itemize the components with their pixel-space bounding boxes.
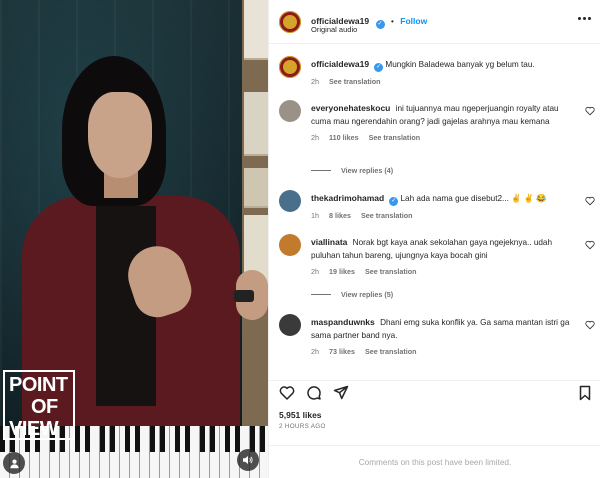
post-media-video[interactable]: POINT OF VIEW [0, 0, 268, 478]
post-timestamp[interactable]: 2 HOURS AGO [279, 423, 326, 430]
bookshelf [242, 0, 268, 478]
comments-limited-notice: Comments on this post have been limited. [269, 445, 600, 478]
post-header: officialdewa19 ✓ • Follow Original audio [269, 0, 600, 44]
comment-text: Norak bgt kaya anak sekolahan gaya ngeje… [311, 238, 553, 260]
audio-label[interactable]: Original audio [311, 25, 357, 34]
comment-username[interactable]: viallinata [311, 237, 347, 247]
verified-badge-icon: ✓ [375, 20, 385, 29]
view-replies-label: View replies (5) [341, 290, 394, 299]
avatar[interactable] [279, 100, 301, 122]
separator-dot: • [391, 17, 394, 26]
audio-toggle-button[interactable] [237, 449, 259, 471]
pov-line-3: VIEW [9, 418, 59, 440]
save-bookmark-icon[interactable] [577, 385, 593, 401]
wristwatch [234, 290, 254, 302]
comment-likes[interactable]: 8 likes [329, 211, 351, 220]
view-replies-button[interactable]: View replies (5) [311, 290, 393, 299]
pov-line-1: POINT [9, 374, 68, 396]
comment-time[interactable]: 2h [311, 267, 319, 276]
comment-meta: 2h 19 likes See translation [311, 266, 571, 279]
comment-meta: 2h 73 likes See translation [311, 346, 571, 359]
speaker-icon [243, 456, 253, 464]
avatar[interactable] [279, 56, 301, 78]
comment-meta: 1h 8 likes See translation [311, 210, 571, 223]
comment-meta: 2h 110 likes See translation [311, 132, 571, 145]
post-actions-bar [269, 380, 600, 404]
more-options-icon[interactable] [578, 17, 591, 20]
avatar[interactable] [279, 314, 301, 336]
comment-likes[interactable]: 73 likes [329, 347, 355, 356]
heart-icon[interactable] [585, 106, 595, 116]
comment-username[interactable]: maspanduwnks [311, 317, 375, 327]
avatar[interactable] [279, 190, 301, 212]
pov-line-2: OF [31, 396, 58, 418]
post-side-panel: officialdewa19 ✓ • Follow Original audio… [268, 0, 600, 478]
see-translation-link[interactable]: See translation [365, 267, 417, 276]
like-heart-icon[interactable] [279, 385, 295, 401]
heart-icon[interactable] [585, 196, 595, 206]
verified-badge-icon: ✓ [374, 63, 384, 72]
post-likes-count[interactable]: 5,951 likes [279, 410, 322, 420]
comment-likes[interactable]: 19 likes [329, 267, 355, 276]
view-replies-label: View replies (4) [341, 166, 394, 175]
avatar[interactable] [279, 11, 301, 33]
heart-icon[interactable] [585, 240, 595, 250]
person-icon [9, 459, 19, 468]
view-replies-button[interactable]: View replies (4) [311, 166, 393, 175]
heart-icon[interactable] [585, 320, 595, 330]
caption-text: Mungkin Baladewa banyak yg belum tau. [385, 60, 535, 69]
see-translation-link[interactable]: See translation [329, 77, 381, 86]
comment-time[interactable]: 2h [311, 347, 319, 356]
comments-list[interactable]: officialdewa19 ✓ Mungkin Baladewa banyak … [269, 44, 600, 370]
see-translation-link[interactable]: See translation [361, 211, 413, 220]
comment-time[interactable]: 2h [311, 133, 319, 142]
comment-time[interactable]: 1h [311, 211, 319, 220]
comment-likes[interactable]: 110 likes [329, 133, 359, 142]
see-translation-link[interactable]: See translation [365, 347, 417, 356]
user-tag-button[interactable] [3, 452, 25, 474]
caption-time[interactable]: 2h [311, 77, 319, 86]
comment-text: Lah ada nama gue disebut2... ✌️ ✌️ 😂 [400, 194, 547, 203]
comment-username[interactable]: thekadrimohamad [311, 193, 384, 203]
replies-divider [311, 170, 331, 171]
verified-badge-icon: ✓ [389, 197, 399, 206]
comment-bubble-icon[interactable] [306, 385, 322, 401]
person-face [88, 92, 152, 178]
share-paper-plane-icon[interactable] [333, 385, 349, 401]
caption-username[interactable]: officialdewa19 [311, 59, 369, 69]
see-translation-link[interactable]: See translation [369, 133, 421, 142]
replies-divider [311, 294, 331, 295]
point-of-view-logo: POINT OF VIEW [3, 370, 75, 440]
caption-meta: 2h See translation [311, 76, 571, 89]
avatar[interactable] [279, 234, 301, 256]
comment-username[interactable]: everyonehateskocu [311, 103, 390, 113]
follow-button[interactable]: Follow [400, 16, 427, 26]
